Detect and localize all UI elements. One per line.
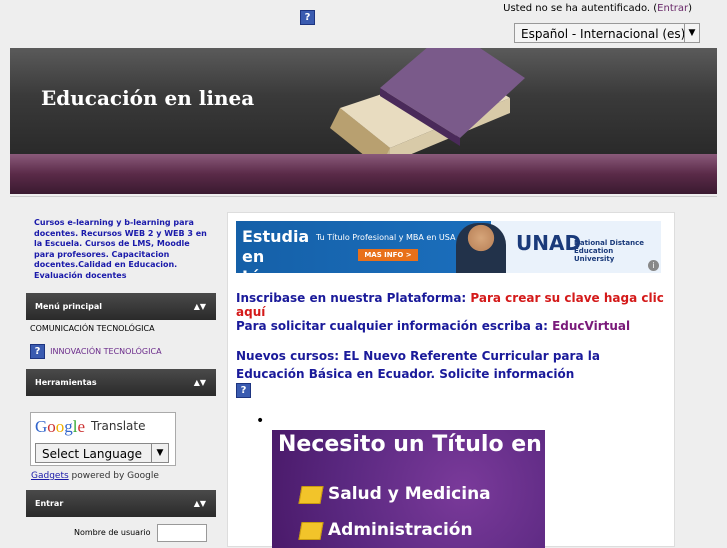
collapse-icon[interactable]: ▲▼: [194, 490, 206, 517]
language-select[interactable]: Español - Internacional (es) ▼: [514, 23, 700, 43]
chevron-down-icon: ▼: [151, 444, 168, 462]
translate-label: Translate: [91, 419, 146, 433]
collapse-icon[interactable]: ▲▼: [194, 369, 206, 396]
language-select[interactable]: Select Language ▼: [35, 443, 169, 463]
gadgets-credit: Gadgets powered by Google: [31, 471, 159, 481]
degree-ad-title: Necesito un Título en: [278, 432, 542, 457]
login-link[interactable]: Entrar: [657, 3, 688, 14]
block-login[interactable]: Entrar ▲▼: [26, 490, 216, 517]
help-icon[interactable]: ?: [236, 383, 251, 398]
ad-university: National Distance Education University: [574, 239, 645, 263]
divider: [10, 196, 717, 197]
help-icon[interactable]: ?: [300, 10, 315, 25]
person-photo: [456, 223, 506, 273]
menu-link[interactable]: INNOVACIÓN TECNOLÓGICA: [50, 347, 161, 356]
collapse-icon[interactable]: ▲▼: [194, 293, 206, 320]
promo-text: Cursos e-learning y b-learning para doce…: [34, 218, 207, 280]
ad-banner[interactable]: Estudia en Línea Tu Título Profesional y…: [236, 221, 661, 273]
degree-ad-item: Administración: [298, 520, 540, 544]
help-icon[interactable]: ?: [30, 344, 45, 359]
gadgets-link[interactable]: Gadgets: [31, 471, 69, 481]
info-icon[interactable]: i: [648, 260, 659, 271]
contact-link[interactable]: EducVirtual: [552, 319, 630, 333]
login-info: Usted no se ha autentificado. (Entrar): [503, 3, 692, 14]
register-line: Inscribase en nuestra Plataforma: Para c…: [236, 291, 664, 319]
menu-item[interactable]: COMUNICACIÓN TECNOLÓGICA: [26, 324, 216, 333]
google-logo: Google: [35, 417, 86, 436]
ad-headline: Estudia en Línea: [242, 227, 310, 273]
contact-line: Para solicitar cualquier información esc…: [236, 319, 631, 333]
degree-ad-item: Salud y Medicina: [298, 484, 540, 508]
ad-subtitle: Tu Título Profesional y MBA en USA: [316, 233, 456, 242]
main-content: Estudia en Línea Tu Título Profesional y…: [227, 212, 675, 548]
chevron-down-icon: ▼: [684, 24, 699, 42]
folder-icon: [298, 486, 324, 504]
site-banner: Educación en linea: [10, 48, 717, 154]
site-title: Educación en linea: [41, 86, 255, 110]
list-bullet: •: [256, 413, 265, 429]
ad-more-button[interactable]: MAS INFO >: [358, 249, 418, 261]
username-input[interactable]: [157, 524, 207, 542]
left-sidebar: Cursos e-learning y b-learning para doce…: [26, 212, 216, 542]
degree-ad[interactable]: Necesito un Título en Salud y Medicina A…: [272, 430, 545, 548]
google-translate-widget: Google Translate Select Language ▼: [30, 412, 176, 466]
folder-icon: [298, 522, 324, 540]
username-label: Nombre de usuario: [74, 528, 151, 537]
block-main-menu[interactable]: Menú principal ▲▼: [26, 293, 216, 320]
top-bar: ? Usted no se ha autentificado. (Entrar)…: [0, 0, 727, 48]
banner-strip: [10, 154, 717, 194]
ad-brand: UNAD: [516, 231, 582, 255]
block-tools[interactable]: Herramientas ▲▼: [26, 369, 216, 396]
new-courses-line[interactable]: Nuevos cursos: EL Nuevo Referente Curric…: [236, 347, 656, 383]
book-icon: [330, 48, 525, 154]
